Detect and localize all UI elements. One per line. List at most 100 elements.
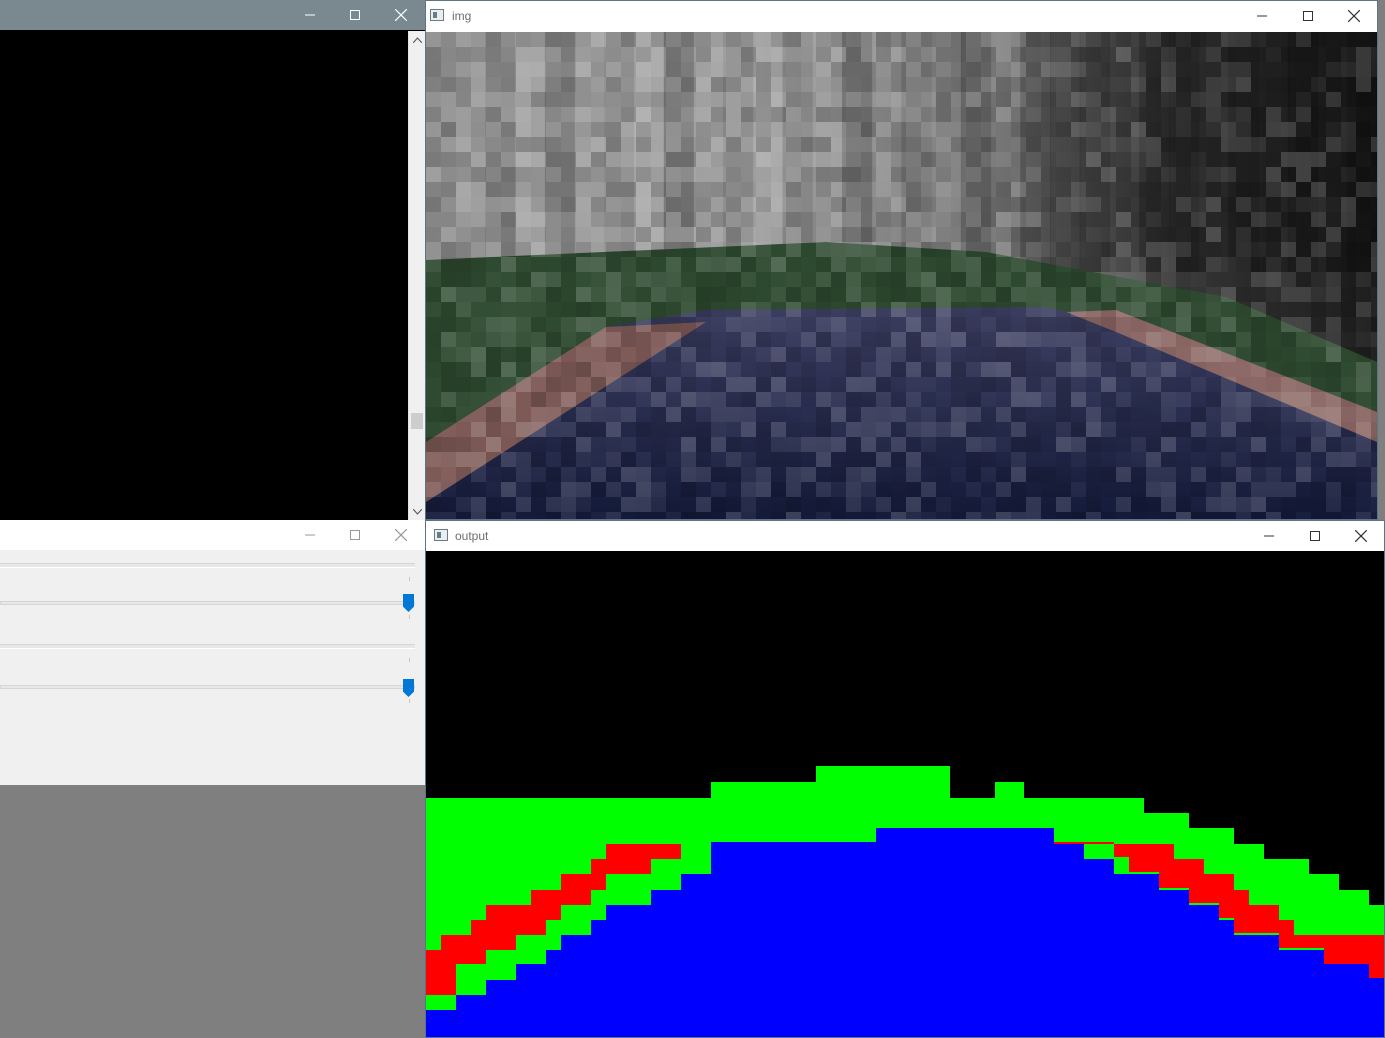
image-pixel-block [1086, 227, 1101, 242]
title-bar[interactable]: img [426, 1, 1377, 31]
image-pixel-block [711, 302, 726, 317]
image-pixel-block [1206, 47, 1221, 62]
image-pixel-block [1026, 332, 1041, 347]
image-pixel-block [786, 317, 801, 332]
image-pixel-block [636, 422, 651, 437]
trackbar-track[interactable] [0, 601, 415, 605]
image-pixel-block [681, 482, 696, 497]
image-pixel-block [486, 407, 501, 422]
image-pixel-block [1161, 137, 1176, 152]
image-pixel-block [1266, 122, 1281, 137]
image-pixel-block [621, 317, 636, 332]
image-pixel-block [531, 62, 546, 77]
image-pixel-block [1221, 482, 1236, 497]
image-pixel-block [516, 452, 531, 467]
image-pixel-block [1086, 512, 1101, 519]
image-pixel-block [681, 77, 696, 92]
image-pixel-block [711, 167, 726, 182]
image-pixel-block [771, 77, 786, 92]
image-pixel-block [516, 137, 531, 152]
trackbar-thumb[interactable] [403, 594, 414, 612]
image-pixel-block [936, 257, 951, 272]
maximize-button[interactable] [1292, 521, 1338, 551]
image-pixel-block [1026, 227, 1041, 242]
image-pixel-block [546, 152, 561, 167]
image-pixel-block [1371, 332, 1377, 347]
close-button[interactable] [1338, 521, 1384, 551]
image-pixel-block [1281, 272, 1296, 287]
image-pixel-block [1311, 392, 1326, 407]
image-pixel-block [966, 197, 981, 212]
title-bar[interactable]: output [426, 521, 1384, 551]
image-pixel-block [1116, 167, 1131, 182]
image-pixel-block [786, 32, 801, 47]
image-pixel-block [1371, 347, 1377, 362]
image-pixel-block [486, 212, 501, 227]
image-pixel-block [1101, 272, 1116, 287]
close-button[interactable] [378, 520, 424, 550]
image-pixel-block [741, 317, 756, 332]
image-pixel-block [1191, 197, 1206, 212]
title-bar[interactable] [0, 0, 425, 30]
minimize-button[interactable] [1239, 1, 1285, 31]
close-button[interactable] [378, 0, 424, 30]
image-pixel-block [606, 242, 621, 257]
image-pixel-block [591, 407, 606, 422]
image-pixel-block [1371, 467, 1377, 482]
image-pixel-block [1071, 32, 1086, 47]
scroll-thumb[interactable] [411, 413, 423, 429]
image-pixel-block [1056, 227, 1071, 242]
maximize-button[interactable] [332, 520, 378, 550]
image-pixel-block [756, 302, 771, 317]
image-pixel-block [516, 257, 531, 272]
image-pixel-block [936, 212, 951, 227]
scroll-up-arrow[interactable] [409, 31, 425, 48]
image-pixel-block [621, 122, 636, 137]
image-pixel-block [711, 362, 726, 377]
image-pixel-block [786, 212, 801, 227]
image-pixel-block [1056, 482, 1071, 497]
maximize-button[interactable] [332, 0, 378, 30]
image-pixel-block [1311, 437, 1326, 452]
image-pixel-block [516, 347, 531, 362]
image-pixel-block [726, 272, 741, 287]
image-pixel-block [786, 242, 801, 257]
image-pixel-block [1146, 257, 1161, 272]
image-pixel-block [741, 332, 756, 347]
close-button[interactable] [1331, 1, 1377, 31]
image-pixel-block [1251, 257, 1266, 272]
image-pixel-block [726, 512, 741, 519]
image-pixel-block [516, 62, 531, 77]
image-pixel-block [936, 77, 951, 92]
image-pixel-block [606, 302, 621, 317]
image-pixel-block [576, 32, 591, 47]
image-pixel-block [1101, 392, 1116, 407]
image-pixel-block [1251, 62, 1266, 77]
scroll-down-arrow[interactable] [409, 503, 425, 520]
image-pixel-block [756, 32, 771, 47]
image-pixel-block [1176, 167, 1191, 182]
image-pixel-block [651, 392, 666, 407]
image-pixel-block [1131, 347, 1146, 362]
image-pixel-block [696, 392, 711, 407]
image-pixel-block [546, 77, 561, 92]
image-pixel-block [1071, 497, 1086, 512]
vertical-scrollbar[interactable] [408, 31, 425, 520]
trackbar-thumb[interactable] [403, 679, 414, 697]
image-pixel-block [1086, 272, 1101, 287]
minimize-button[interactable] [1246, 521, 1292, 551]
image-pixel-block [696, 272, 711, 287]
image-pixel-block [1251, 347, 1266, 362]
image-pixel-block [1086, 152, 1101, 167]
image-pixel-block [666, 227, 681, 242]
image-pixel-block [1086, 347, 1101, 362]
title-bar[interactable] [0, 520, 425, 550]
minimize-button[interactable] [287, 520, 333, 550]
image-pixel-block [1206, 212, 1221, 227]
image-pixel-block [1176, 497, 1191, 512]
image-pixel-block [696, 407, 711, 422]
maximize-button[interactable] [1285, 1, 1331, 31]
minimize-button[interactable] [287, 0, 333, 30]
trackbar-track[interactable] [0, 685, 415, 689]
image-pixel-block [1221, 302, 1236, 317]
